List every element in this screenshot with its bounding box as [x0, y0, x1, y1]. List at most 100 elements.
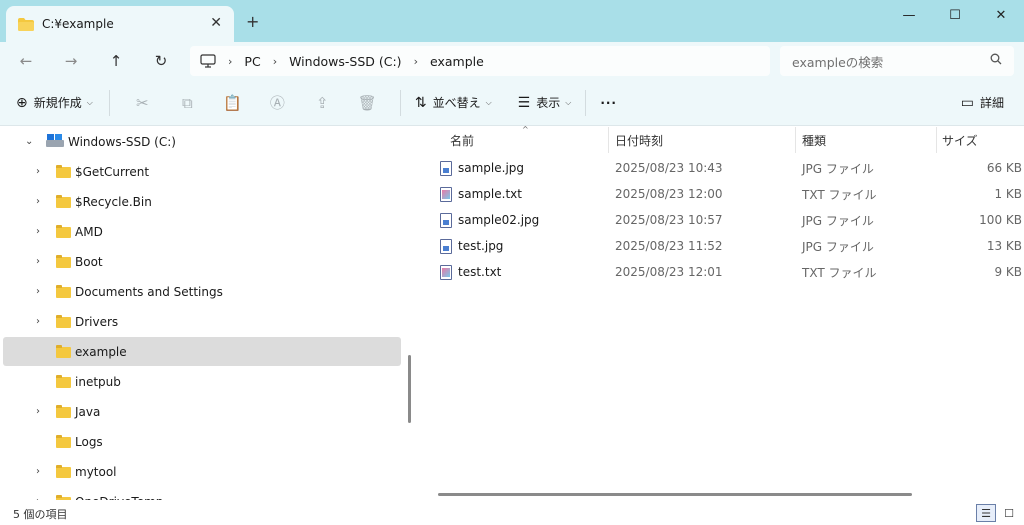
- tree-item[interactable]: Logs: [3, 427, 401, 456]
- chevron-down-icon[interactable]: ⌄: [25, 136, 33, 147]
- rename-icon[interactable]: Ⓐ: [255, 92, 300, 113]
- file-row[interactable]: sample.txt 2025/08/23 12:00 TXT ファイル 1 KB: [418, 181, 1024, 207]
- breadcrumb-separator[interactable]: ›: [228, 55, 232, 68]
- column-header-type[interactable]: 種類: [802, 127, 826, 153]
- breadcrumb-item-pc[interactable]: PC: [244, 54, 260, 69]
- file-name: sample.txt: [458, 187, 522, 201]
- tab-example[interactable]: C:¥example ✕: [6, 6, 234, 42]
- details-view-icon[interactable]: ☰: [976, 504, 996, 522]
- chevron-right-icon[interactable]: ›: [36, 166, 40, 177]
- file-size: 13 KB: [986, 239, 1022, 253]
- file-date: 2025/08/23 10:43: [615, 161, 723, 175]
- tree-item[interactable]: › $Recycle.Bin: [3, 187, 401, 216]
- chevron-right-icon[interactable]: ›: [36, 466, 40, 477]
- forward-button[interactable]: →: [60, 51, 82, 71]
- minimize-button[interactable]: —: [886, 0, 932, 30]
- new-button[interactable]: ⊕ 新規作成 ⌵: [16, 94, 93, 111]
- breadcrumb-item-drive[interactable]: Windows-SSD (C:): [289, 54, 401, 69]
- tree-item[interactable]: ›OneDriveTemp: [3, 487, 401, 500]
- tab-title: C:¥example: [42, 17, 114, 31]
- view-button[interactable]: ☰ 表示 ⌵: [518, 94, 572, 111]
- navigation-pane[interactable]: ⌄ Windows-SSD (C:) › $GetCurrent › $Recycle…: [0, 127, 418, 500]
- breadcrumb-item-example[interactable]: example: [430, 54, 484, 69]
- tree-item-label: inetpub: [75, 374, 121, 389]
- folder-icon: [56, 345, 71, 358]
- monitor-icon[interactable]: [200, 54, 216, 68]
- file-row[interactable]: test.txt 2025/08/23 12:01 TXT ファイル 9 KB: [418, 259, 1024, 285]
- file-type: TXT ファイル: [802, 265, 877, 280]
- column-divider[interactable]: [795, 127, 796, 153]
- file-size: 9 KB: [994, 265, 1022, 279]
- cut-icon[interactable]: ✂: [120, 94, 165, 112]
- text-file-icon: [440, 264, 452, 280]
- status-bar: 5 個の項目 ☰ ☐: [0, 500, 1024, 525]
- details-button[interactable]: ▭ 詳細: [961, 94, 1004, 111]
- tree-item[interactable]: › Boot: [3, 247, 401, 276]
- close-tab-icon[interactable]: ✕: [210, 15, 222, 31]
- file-name: sample02.jpg: [458, 213, 540, 227]
- file-type: JPG ファイル: [802, 213, 874, 228]
- column-header-size[interactable]: サイズ: [942, 127, 978, 153]
- address-bar: ← → ↑ ↻ › PC › Windows-SSD (C:) › exampl…: [0, 42, 1024, 80]
- chevron-right-icon[interactable]: ›: [36, 406, 40, 417]
- breadcrumb-separator[interactable]: ›: [273, 55, 277, 68]
- column-header-name[interactable]: 名前: [450, 127, 474, 153]
- chevron-right-icon[interactable]: ›: [36, 196, 40, 207]
- file-list-pane[interactable]: ^ 名前 日付時刻 種類 サイズ sample.jpg 2025/08/23 10…: [418, 125, 1024, 500]
- sort-icon: ⇅: [414, 94, 427, 111]
- tree-item[interactable]: › $GetCurrent: [3, 157, 401, 186]
- more-button[interactable]: ···: [600, 96, 617, 110]
- tree-item[interactable]: › Drivers: [3, 307, 401, 336]
- tree-item[interactable]: › mytool: [3, 457, 401, 486]
- column-divider[interactable]: [608, 127, 609, 153]
- file-type: TXT ファイル: [802, 187, 877, 202]
- file-size: 100 KB: [979, 213, 1022, 227]
- tree-item[interactable]: › Java: [3, 397, 401, 426]
- sort-label: 並べ替え: [432, 96, 481, 110]
- toolbar-divider: [399, 89, 401, 116]
- toolbar-divider: [585, 89, 587, 116]
- folder-icon: [56, 465, 71, 478]
- delete-icon[interactable]: 🗑: [345, 94, 390, 112]
- tree-item[interactable]: › AMD: [3, 217, 401, 246]
- column-header-date[interactable]: 日付時刻: [615, 127, 663, 153]
- folder-icon: [56, 375, 71, 388]
- breadcrumb-separator[interactable]: ›: [414, 55, 418, 68]
- folder-icon: [56, 315, 71, 328]
- search-input[interactable]: exampleの検索: [792, 52, 883, 71]
- search-box[interactable]: exampleの検索: [780, 46, 1014, 76]
- maximize-button[interactable]: ☐: [932, 0, 978, 30]
- sort-button[interactable]: ⇅ 並べ替え ⌵: [415, 94, 492, 111]
- close-window-button[interactable]: ✕: [978, 0, 1024, 30]
- details-label: 詳細: [979, 96, 1004, 110]
- tree-item[interactable]: › Documents and Settings: [3, 277, 401, 306]
- list-view-icon: ☰: [517, 94, 531, 111]
- copy-icon[interactable]: ⧉: [165, 94, 210, 112]
- tree-item-label: Logs: [75, 434, 103, 449]
- file-row[interactable]: sample.jpg 2025/08/23 10:43 JPG ファイル 66 KB: [418, 155, 1024, 181]
- chevron-right-icon[interactable]: ›: [36, 256, 40, 267]
- folder-icon: [56, 165, 71, 178]
- file-row[interactable]: test.jpg 2025/08/23 11:52 JPG ファイル 13 KB: [418, 233, 1024, 259]
- tree-item[interactable]: inetpub: [3, 367, 401, 396]
- new-tab-button[interactable]: +: [246, 12, 259, 31]
- search-icon[interactable]: [990, 53, 1002, 65]
- back-button[interactable]: ←: [15, 51, 37, 71]
- chevron-right-icon[interactable]: ›: [36, 286, 40, 297]
- chevron-right-icon[interactable]: ›: [36, 226, 40, 237]
- column-divider[interactable]: [936, 127, 937, 153]
- folder-icon: [56, 225, 71, 238]
- share-icon[interactable]: ⇪: [300, 94, 345, 112]
- tiles-view-icon[interactable]: ☐: [999, 504, 1019, 522]
- nav-scrollbar[interactable]: [408, 355, 411, 423]
- chevron-right-icon[interactable]: ›: [36, 316, 40, 327]
- tree-item-label: Java: [75, 404, 101, 419]
- file-row[interactable]: sample02.jpg 2025/08/23 10:57 JPG ファイル 100 …: [418, 207, 1024, 233]
- horizontal-scrollbar[interactable]: [438, 493, 912, 496]
- paste-icon[interactable]: 📋: [210, 94, 255, 112]
- up-button[interactable]: ↑: [105, 51, 127, 71]
- tree-item[interactable]: example: [3, 337, 401, 366]
- breadcrumb[interactable]: › PC › Windows-SSD (C:) › example: [190, 46, 770, 76]
- tree-item-drive[interactable]: ⌄ Windows-SSD (C:): [3, 127, 401, 156]
- refresh-button[interactable]: ↻: [150, 51, 172, 71]
